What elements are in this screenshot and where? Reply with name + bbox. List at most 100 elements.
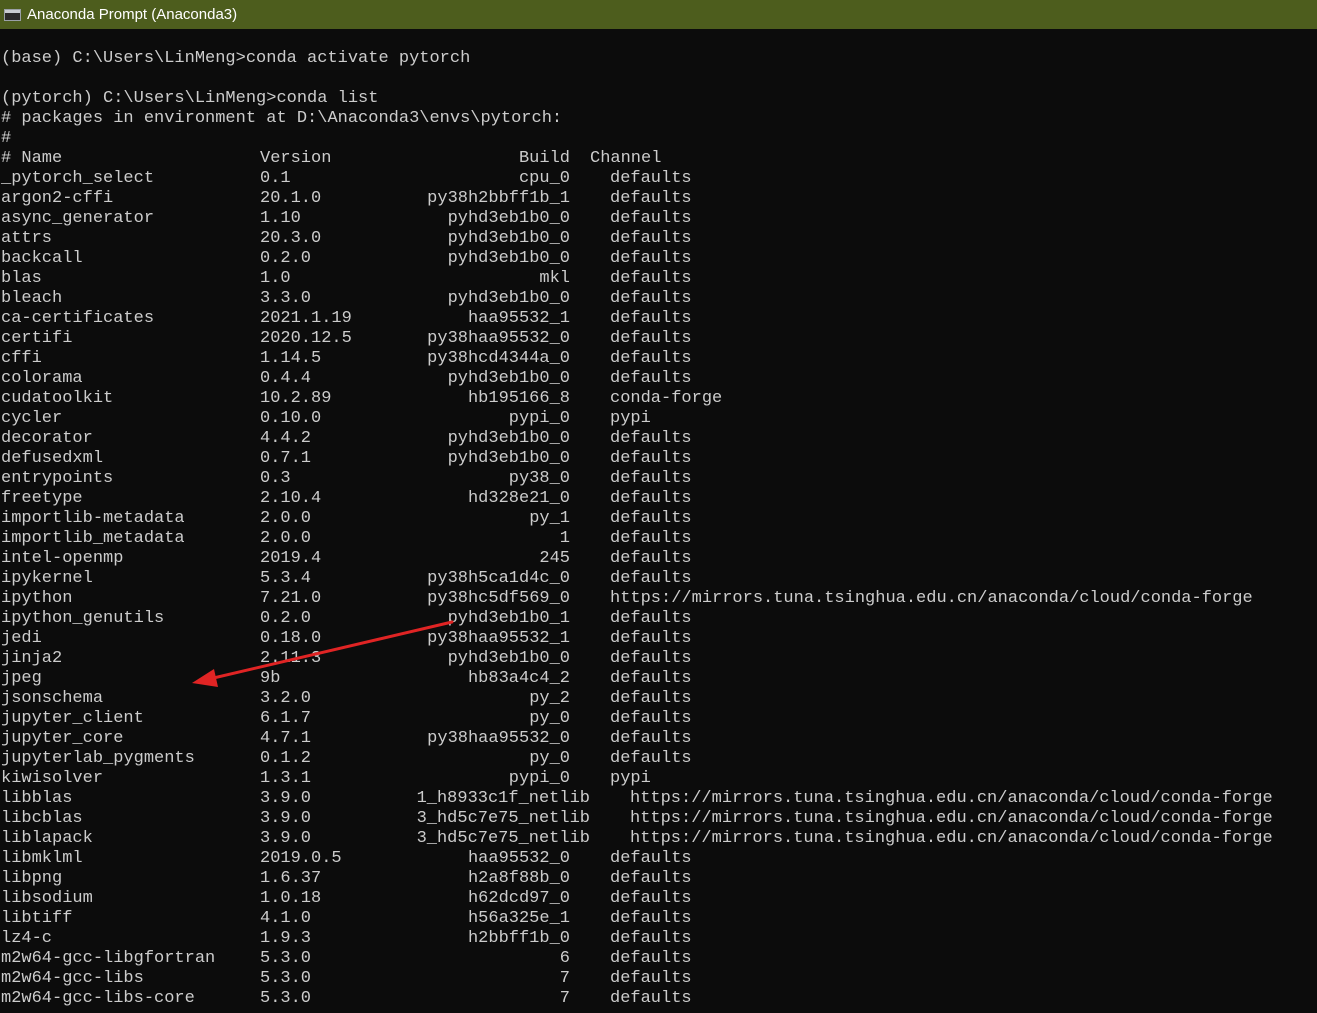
package-channel: defaults <box>610 549 692 568</box>
package-channel: defaults <box>610 949 692 968</box>
package-version: 0.4.4 <box>260 369 312 388</box>
console-output[interactable]: (base) C:\Users\LinMeng>conda activate p… <box>0 29 1317 1013</box>
package-row: libsodium 1.0.18 h62dcd97_0 defaults <box>1 889 1311 909</box>
package-name: intel-openmp <box>1 549 124 568</box>
package-build: 7 <box>559 969 570 988</box>
package-build: 6 <box>559 949 570 968</box>
package-channel: pypi <box>610 409 651 428</box>
title-bar[interactable]: Anaconda Prompt (Anaconda3) <box>0 0 1317 29</box>
package-version: 4.7.1 <box>260 729 312 748</box>
package-version: 2.0.0 <box>260 509 312 528</box>
package-build: py_0 <box>529 749 570 768</box>
package-version: 5.3.0 <box>260 989 312 1008</box>
package-name: freetype <box>1 489 83 508</box>
package-row: m2w64-gcc-libs 5.3.0 7 defaults <box>1 969 1311 989</box>
package-channel: defaults <box>610 669 692 688</box>
package-row: cudatoolkit 10.2.89 hb195166_8 conda-forge <box>1 389 1311 409</box>
package-name: libblas <box>1 789 73 808</box>
package-build: 3_hd5c7e75_netlib <box>416 809 590 828</box>
package-row: libtiff 4.1.0 h56a325e_1 defaults <box>1 909 1311 929</box>
package-build: h56a325e_1 <box>467 909 570 928</box>
package-row: jupyter_core 4.7.1 py38haa95532_0 defaults <box>1 729 1311 749</box>
package-name: bleach <box>1 289 63 308</box>
package-channel: defaults <box>610 209 692 228</box>
package-channel: defaults <box>610 429 692 448</box>
package-build: py38haa95532_0 <box>427 729 570 748</box>
package-name: jinja2 <box>1 649 63 668</box>
package-build: pyhd3eb1b0_0 <box>447 369 570 388</box>
package-build: h2a8f88b_0 <box>467 869 570 888</box>
package-row: jupyter_client 6.1.7 py_0 defaults <box>1 709 1311 729</box>
package-channel: defaults <box>610 489 692 508</box>
output-line: # <box>1 129 12 148</box>
package-build: 1_h8933c1f_netlib <box>416 789 590 808</box>
package-build: py_1 <box>529 509 570 528</box>
header-channel: Channel <box>590 149 662 168</box>
package-channel: defaults <box>610 909 692 928</box>
package-name: cffi <box>1 349 42 368</box>
package-row: libcblas 3.9.0 3_hd5c7e75_netlib https://mi… <box>1 809 1311 829</box>
package-version: 0.3 <box>260 469 291 488</box>
package-channel: defaults <box>610 269 692 288</box>
package-row: cffi 1.14.5 py38hcd4344a_0 defaults <box>1 349 1311 369</box>
package-version: 0.2.0 <box>260 249 312 268</box>
header-version: Version <box>260 149 332 168</box>
header-name: # Name <box>1 149 63 168</box>
package-row: backcall 0.2.0 pyhd3eb1b0_0 defaults <box>1 249 1311 269</box>
package-version: 0.18.0 <box>260 629 322 648</box>
package-name: _pytorch_select <box>1 169 155 188</box>
package-name: m2w64-gcc-libs <box>1 969 144 988</box>
package-build: 7 <box>559 989 570 1008</box>
package-build: pyhd3eb1b0_0 <box>447 229 570 248</box>
package-version: 2.10.4 <box>260 489 322 508</box>
package-channel: defaults <box>610 469 692 488</box>
package-version: 2019.4 <box>260 549 322 568</box>
package-build: py38hc5df569_0 <box>427 589 570 608</box>
package-version: 2019.0.5 <box>260 849 342 868</box>
package-row: decorator 4.4.2 pyhd3eb1b0_0 defaults <box>1 429 1311 449</box>
package-name: certifi <box>1 329 73 348</box>
package-name: ipykernel <box>1 569 93 588</box>
package-version: 5.3.4 <box>260 569 312 588</box>
package-build: pyhd3eb1b0_0 <box>447 649 570 668</box>
package-version: 3.9.0 <box>260 809 312 828</box>
package-row: async_generator 1.10 pyhd3eb1b0_0 defaults <box>1 209 1311 229</box>
package-row: ipykernel 5.3.4 py38h5ca1d4c_0 defaults <box>1 569 1311 589</box>
package-build: pyhd3eb1b0_0 <box>447 249 570 268</box>
package-build: h62dcd97_0 <box>467 889 570 908</box>
package-name: colorama <box>1 369 83 388</box>
cmd-icon <box>4 8 21 21</box>
package-row: attrs 20.3.0 pyhd3eb1b0_0 defaults <box>1 229 1311 249</box>
package-row: lz4-c 1.9.3 h2bbff1b_0 defaults <box>1 929 1311 949</box>
package-build: pyhd3eb1b0_0 <box>447 289 570 308</box>
package-version: 2.11.3 <box>260 649 322 668</box>
package-channel: pypi <box>610 769 651 788</box>
package-channel: defaults <box>610 609 692 628</box>
package-row: libmklml 2019.0.5 haa95532_0 defaults <box>1 849 1311 869</box>
package-name: jupyter_core <box>1 729 124 748</box>
package-version: 20.3.0 <box>260 229 322 248</box>
package-row: colorama 0.4.4 pyhd3eb1b0_0 defaults <box>1 369 1311 389</box>
package-row: defusedxml 0.7.1 pyhd3eb1b0_0 defaults <box>1 449 1311 469</box>
package-version: 0.7.1 <box>260 449 312 468</box>
package-name: libsodium <box>1 889 93 908</box>
package-name: blas <box>1 269 42 288</box>
package-name: importlib_metadata <box>1 529 185 548</box>
package-channel: defaults <box>610 689 692 708</box>
package-version: 1.0 <box>260 269 291 288</box>
package-version: 4.1.0 <box>260 909 312 928</box>
package-channel: defaults <box>610 869 692 888</box>
window-title: Anaconda Prompt (Anaconda3) <box>27 6 238 23</box>
package-build: pyhd3eb1b0_0 <box>447 209 570 228</box>
package-row: libblas 3.9.0 1_h8933c1f_netlib https://mir… <box>1 789 1311 809</box>
package-name: jupyterlab_pygments <box>1 749 195 768</box>
package-row: kiwisolver 1.3.1 pypi_0 pypi <box>1 769 1311 789</box>
package-row: jsonschema 3.2.0 py_2 defaults <box>1 689 1311 709</box>
package-row: entrypoints 0.3 py38_0 defaults <box>1 469 1311 489</box>
package-channel: defaults <box>610 749 692 768</box>
package-version: 9b <box>260 669 281 688</box>
package-version: 10.2.89 <box>260 389 332 408</box>
package-channel: defaults <box>610 569 692 588</box>
table-header: # Name Version Build Channel <box>1 149 1311 169</box>
package-version: 5.3.0 <box>260 949 312 968</box>
